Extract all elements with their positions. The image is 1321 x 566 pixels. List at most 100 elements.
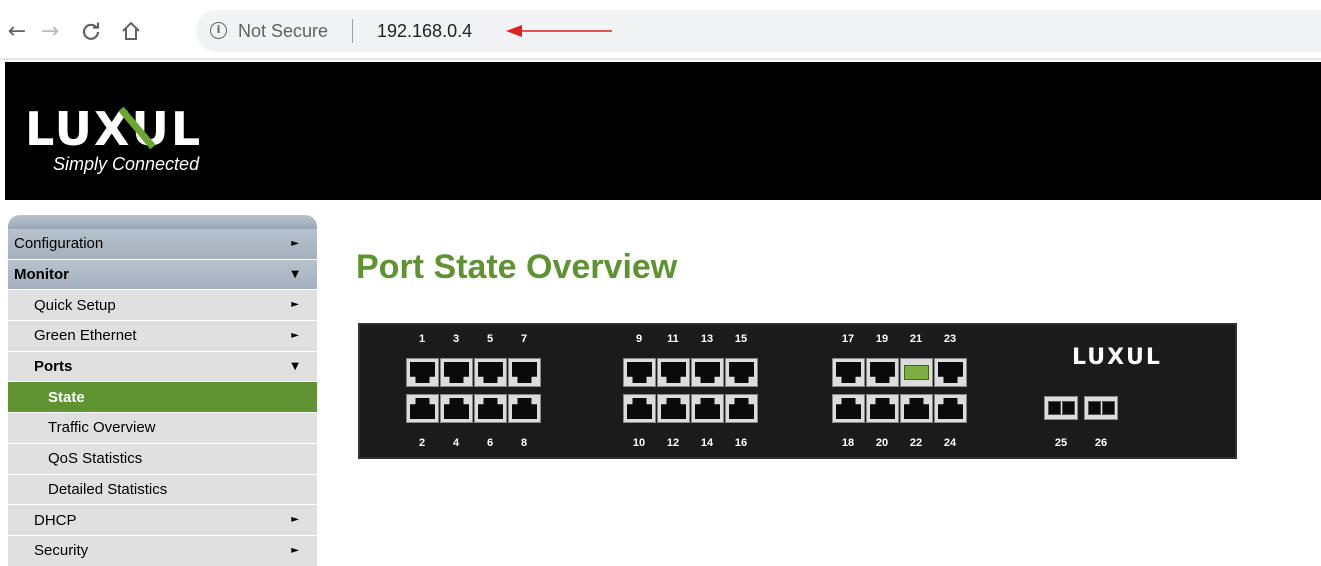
menu-configuration[interactable]: Configuration ► xyxy=(8,229,317,260)
port-number-label: 4 xyxy=(452,437,460,449)
port-number-label: 20 xyxy=(875,437,889,449)
sfp-slot xyxy=(1048,401,1061,415)
ethernet-port-10[interactable] xyxy=(623,394,656,423)
port-number-label: 9 xyxy=(635,333,643,345)
omnibox-divider xyxy=(352,19,353,43)
port-number-label: 26 xyxy=(1094,437,1108,449)
arrow-right-icon: ► xyxy=(291,299,299,311)
security-label: Not Secure xyxy=(238,21,329,41)
ethernet-port-21[interactable] xyxy=(900,358,933,387)
ethernet-port-13[interactable] xyxy=(691,358,724,387)
rj45-jack xyxy=(410,398,435,419)
ethernet-port-9[interactable] xyxy=(623,358,656,387)
ethernet-port-17[interactable] xyxy=(832,358,865,387)
port-number-label: 2 xyxy=(418,437,426,449)
rj45-jack xyxy=(729,362,754,383)
forward-icon[interactable]: → xyxy=(37,18,63,44)
ethernet-port-15[interactable] xyxy=(725,358,758,387)
ethernet-port-22[interactable] xyxy=(900,394,933,423)
menu-dhcp[interactable]: DHCP ► xyxy=(8,505,317,536)
rj45-jack xyxy=(836,362,861,383)
rj45-jack xyxy=(836,398,861,419)
arrow-right-icon: ► xyxy=(291,238,299,249)
port-number-label: 19 xyxy=(875,333,889,345)
ethernet-port-12[interactable] xyxy=(657,394,690,423)
port-number-label: 22 xyxy=(909,437,923,449)
menu-monitor[interactable]: Monitor ▼ xyxy=(8,259,317,291)
ethernet-port-1[interactable] xyxy=(406,358,439,387)
port-number-label: 15 xyxy=(734,333,748,345)
ethernet-port-19[interactable] xyxy=(866,358,899,387)
menu-traffic-overview[interactable]: Traffic Overview xyxy=(8,413,317,444)
menu-green-ethernet[interactable]: Green Ethernet ► xyxy=(8,321,317,352)
ethernet-port-4[interactable] xyxy=(440,394,473,423)
ethernet-port-5[interactable] xyxy=(474,358,507,387)
rj45-jack xyxy=(661,398,686,419)
port-number-label: 10 xyxy=(632,437,646,449)
luxul-logo[interactable]: LUXUL Simply Connected xyxy=(25,102,245,182)
sfp-slot xyxy=(1102,401,1115,415)
rj45-jack xyxy=(870,362,895,383)
logo-tagline: Simply Connected xyxy=(53,154,200,174)
ethernet-port-7[interactable] xyxy=(508,358,541,387)
sidebar-cap xyxy=(8,215,317,229)
sfp-port-25[interactable] xyxy=(1044,396,1078,420)
ethernet-port-6[interactable] xyxy=(474,394,507,423)
rj45-jack xyxy=(904,365,929,380)
menu-security[interactable]: Security ► xyxy=(8,535,317,566)
info-icon[interactable]: i xyxy=(210,22,227,39)
port-number-label: 17 xyxy=(841,333,855,345)
rj45-jack xyxy=(627,362,652,383)
menu-label: Monitor xyxy=(14,266,69,284)
port-number-label: 16 xyxy=(734,437,748,449)
menu-label: Ports xyxy=(34,358,73,376)
ethernet-port-2[interactable] xyxy=(406,394,439,423)
menu-label: Traffic Overview xyxy=(48,419,156,437)
port-number-label: 13 xyxy=(700,333,714,345)
menu-quick-setup[interactable]: Quick Setup ► xyxy=(8,290,317,322)
logo-text: LUXUL xyxy=(25,102,203,156)
menu-detailed-statistics[interactable]: Detailed Statistics xyxy=(8,474,317,506)
ethernet-port-23[interactable] xyxy=(934,358,967,387)
rj45-jack xyxy=(410,362,435,383)
ethernet-port-14[interactable] xyxy=(691,394,724,423)
sfp-slot xyxy=(1088,401,1101,415)
rj45-jack xyxy=(938,398,963,419)
address-bar[interactable]: i Not Secure 192.168.0.4 xyxy=(196,10,1321,52)
site-header: LUXUL Simply Connected xyxy=(5,62,1321,200)
sfp-slot xyxy=(1062,401,1075,415)
arrow-right-icon: ► xyxy=(291,514,299,526)
ethernet-port-18[interactable] xyxy=(832,394,865,423)
rj45-jack xyxy=(627,398,652,419)
arrow-right-icon: ► xyxy=(291,544,299,556)
sidebar-menu: Configuration ► Monitor ▼ Quick Setup ► … xyxy=(8,215,317,566)
ethernet-port-3[interactable] xyxy=(440,358,473,387)
menu-label: Quick Setup xyxy=(34,296,116,314)
port-number-label: 5 xyxy=(486,333,494,345)
rj45-jack xyxy=(695,362,720,383)
ethernet-port-24[interactable] xyxy=(934,394,967,423)
arrow-right-icon: ► xyxy=(291,330,299,342)
menu-ports[interactable]: Ports ▼ xyxy=(8,351,317,383)
ethernet-port-11[interactable] xyxy=(657,358,690,387)
ethernet-port-20[interactable] xyxy=(866,394,899,423)
switch-logo: LUXUL xyxy=(1072,345,1162,370)
rj45-jack xyxy=(729,398,754,419)
rj45-jack xyxy=(444,398,469,419)
ethernet-port-8[interactable] xyxy=(508,394,541,423)
back-icon[interactable]: ← xyxy=(4,18,30,44)
menu-qos-statistics[interactable]: QoS Statistics xyxy=(8,443,317,475)
menu-state[interactable]: State xyxy=(8,382,317,414)
rj45-jack xyxy=(478,362,503,383)
url-text[interactable]: 192.168.0.4 xyxy=(377,21,472,42)
page-title: Port State Overview xyxy=(356,248,678,286)
sfp-port-26[interactable] xyxy=(1084,396,1118,420)
port-number-label: 25 xyxy=(1054,437,1068,449)
home-icon[interactable] xyxy=(118,18,144,44)
ethernet-port-16[interactable] xyxy=(725,394,758,423)
reload-icon[interactable] xyxy=(78,18,104,44)
rj45-jack xyxy=(904,398,929,419)
rj45-jack xyxy=(695,398,720,419)
port-number-label: 21 xyxy=(909,333,923,345)
port-number-label: 11 xyxy=(667,333,679,345)
